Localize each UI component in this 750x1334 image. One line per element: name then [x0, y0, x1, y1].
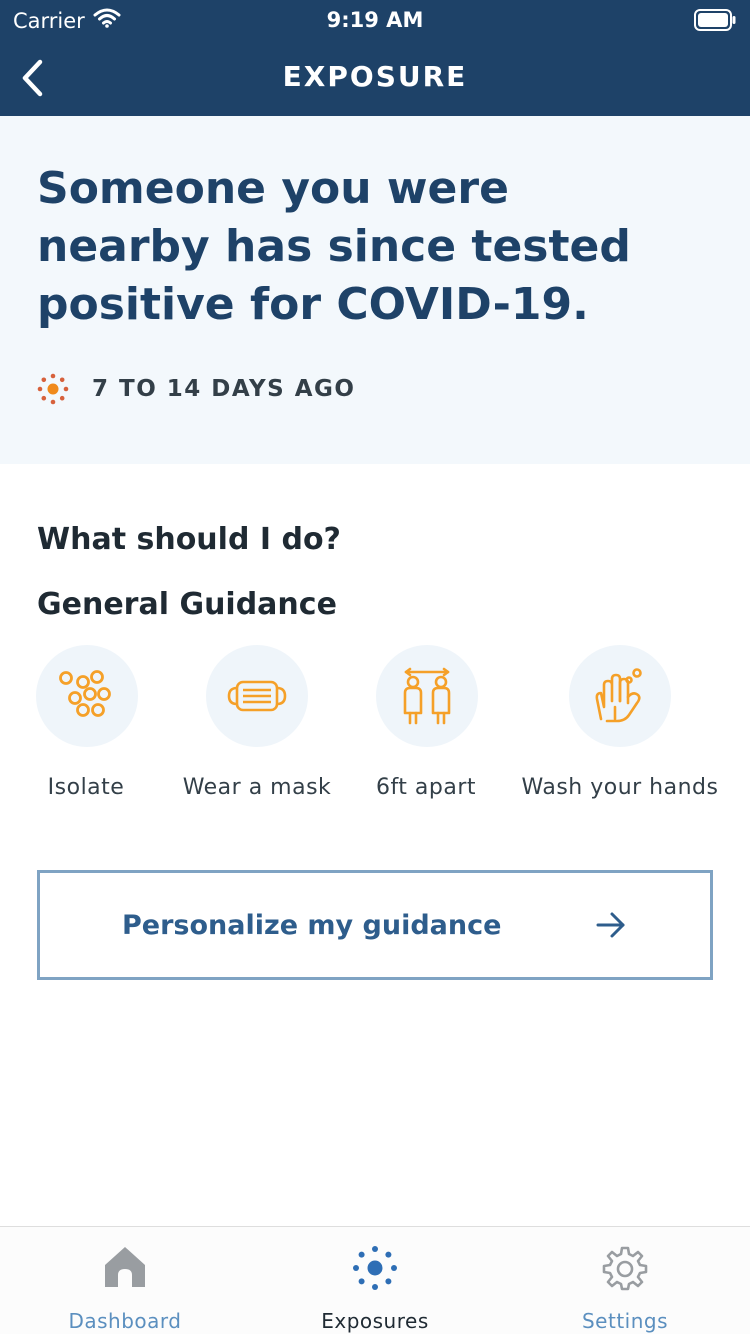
arrow-right-icon: [596, 912, 625, 938]
page-title: EXPOSURE: [282, 60, 468, 93]
tab-bar: Dashboard Exposures Settings: [0, 1226, 750, 1334]
battery-icon: [694, 9, 736, 36]
wash-hands-icon: [569, 645, 671, 747]
tab-label-dashboard: Dashboard: [68, 1309, 182, 1333]
exposure-summary: Someone you were nearby has since tested…: [0, 116, 750, 464]
tab-settings[interactable]: Settings: [500, 1227, 750, 1334]
navigation-bar: EXPOSURE: [0, 40, 750, 116]
guidance-question: What should I do?: [37, 522, 341, 557]
exposure-window-label: 7 TO 14 DAYS AGO: [92, 376, 356, 402]
guidance-section-title: General Guidance: [37, 587, 337, 622]
guidance-label-wash-hands: Wash your hands: [521, 775, 719, 800]
home-icon: [0, 1245, 250, 1289]
guidance-item-wash-hands: Wash your hands: [520, 645, 720, 815]
distance-icon: [376, 645, 478, 747]
exposure-window: 7 TO 14 DAYS AGO: [36, 372, 355, 406]
tab-exposures[interactable]: Exposures: [250, 1227, 500, 1334]
tab-label-settings: Settings: [581, 1309, 669, 1333]
personalize-guidance-button[interactable]: Personalize my guidance: [37, 870, 713, 980]
exposures-icon: [250, 1245, 500, 1291]
personalize-guidance-label: Personalize my guidance: [122, 910, 502, 941]
status-bar: Carrier 9:19 AM: [0, 0, 750, 40]
tab-dashboard[interactable]: Dashboard: [0, 1227, 250, 1334]
mask-icon: [206, 645, 308, 747]
exposure-dot-icon: [37, 373, 69, 405]
guidance-label-distance: 6ft apart: [375, 775, 477, 800]
gear-icon: [500, 1245, 750, 1291]
status-time: 9:19 AM: [326, 8, 424, 32]
guidance-item-distance: 6ft apart: [326, 645, 526, 815]
tab-label-exposures: Exposures: [321, 1309, 429, 1333]
exposure-headline: Someone you were nearby has since tested…: [37, 163, 631, 330]
isolate-icon: [36, 645, 138, 747]
